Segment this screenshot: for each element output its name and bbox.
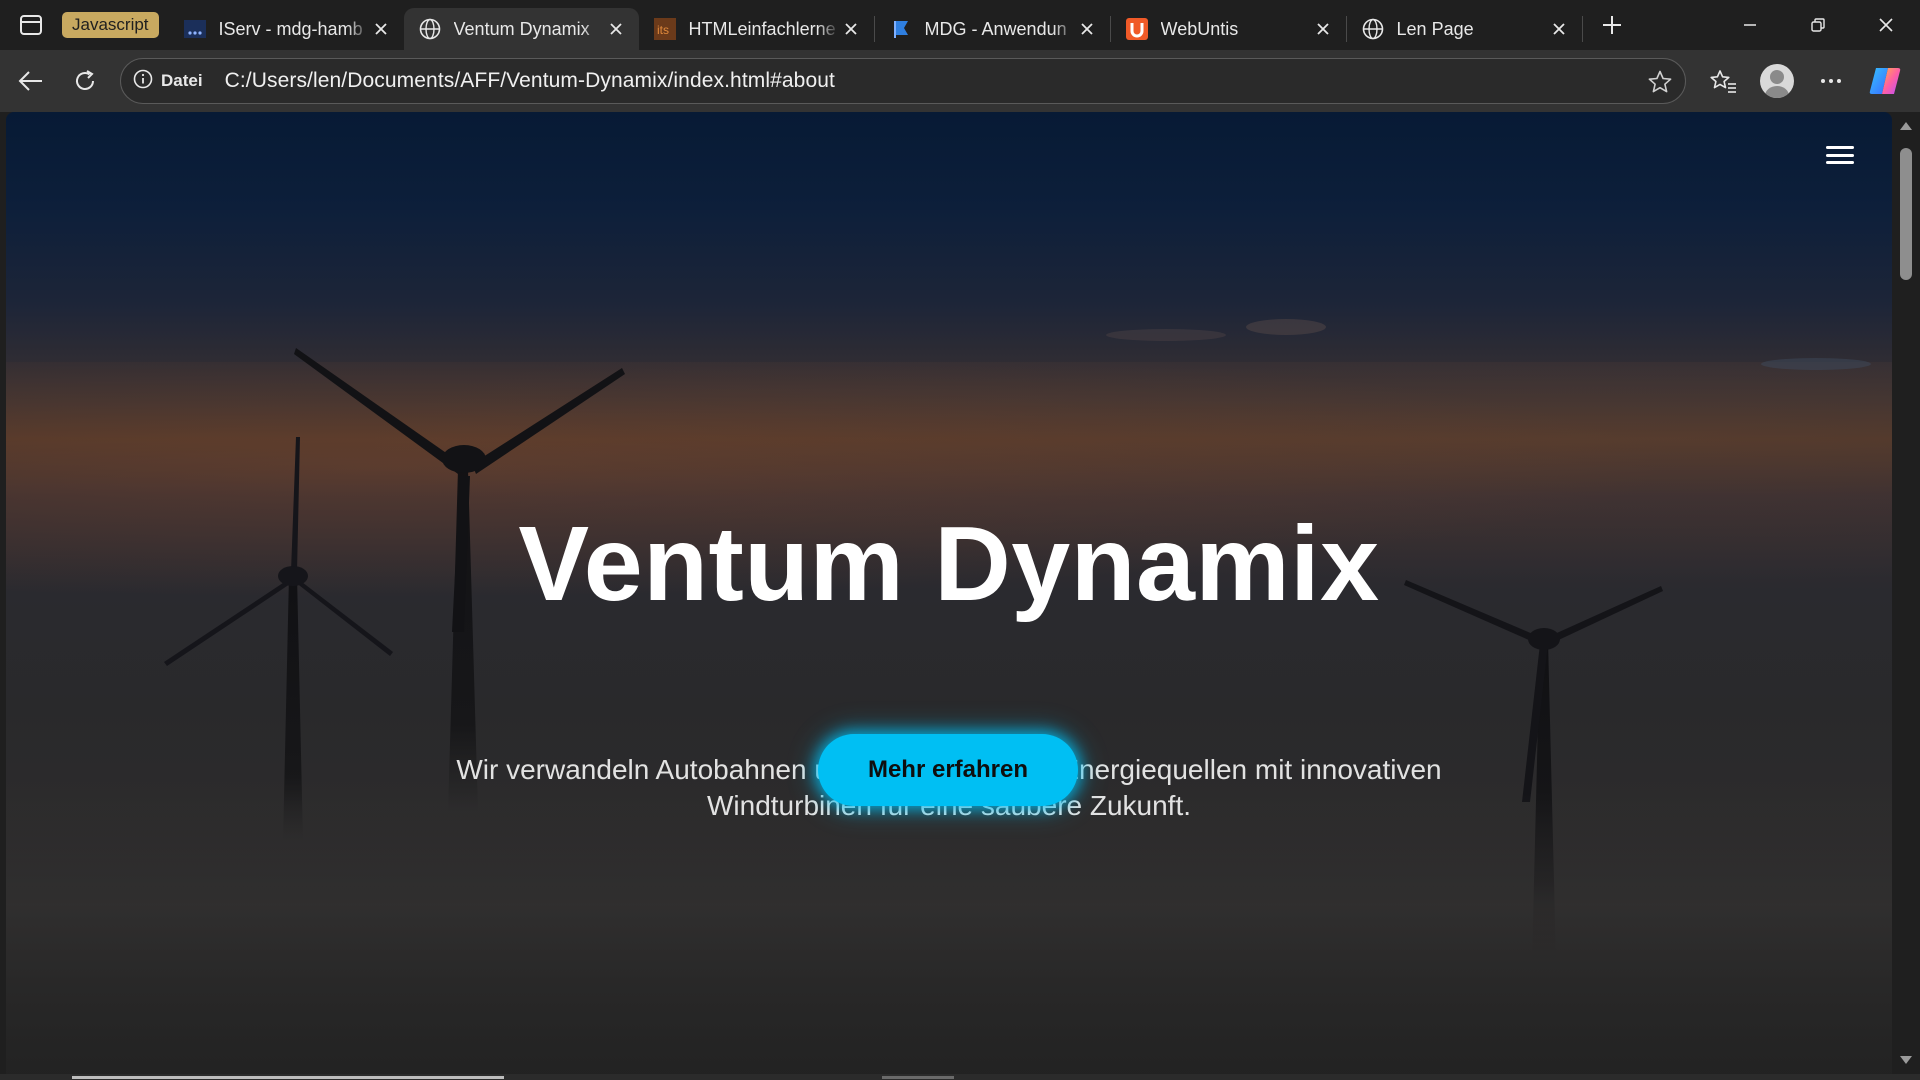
tab-mdg[interactable]: MDG - Anwendun	[875, 8, 1110, 50]
toolbar-right	[1696, 59, 1912, 103]
tab-htmleinfachlernen[interactable]: its HTMLeinfachlerne	[639, 8, 874, 50]
close-icon[interactable]	[1548, 18, 1570, 40]
more-dots-icon	[1821, 79, 1841, 83]
minimize-icon	[1744, 24, 1756, 26]
tab-title: HTMLeinfachlerne	[688, 18, 836, 39]
its-icon: its	[653, 17, 677, 41]
avatar	[1760, 64, 1794, 98]
favorites-button[interactable]	[1696, 59, 1750, 103]
window-controls	[1716, 0, 1920, 50]
new-tab-button[interactable]	[1587, 4, 1637, 46]
reload-button[interactable]	[58, 59, 112, 103]
security-label: Datei	[161, 71, 203, 90]
copilot-button[interactable]	[1858, 59, 1912, 103]
svg-text:its: its	[657, 23, 669, 37]
tab-len-page[interactable]: Len Page	[1347, 8, 1582, 50]
tab-title: Ventum Dynamix	[453, 18, 590, 39]
tab-title: MDG - Anwendun	[924, 18, 1067, 39]
tab-iserv[interactable]: IServ - mdg-hamb	[169, 8, 404, 50]
flag-icon	[889, 17, 913, 41]
plus-icon	[1602, 16, 1621, 34]
globe-icon	[418, 17, 442, 41]
restore-icon	[1811, 18, 1825, 32]
hamburger-menu-icon[interactable]	[1826, 142, 1854, 168]
fog-overlay	[6, 792, 1892, 1074]
page-viewport: Ventum Dynamix Wir verwandeln Autobahnen…	[6, 112, 1892, 1074]
restore-button[interactable]	[1784, 0, 1852, 50]
info-icon	[133, 69, 153, 94]
close-icon[interactable]	[370, 18, 392, 40]
close-icon[interactable]	[1076, 18, 1098, 40]
tab-ventum-dynamix[interactable]: Ventum Dynamix	[403, 8, 639, 50]
tab-title: Len Page	[1396, 18, 1474, 39]
globe-icon	[1361, 17, 1385, 41]
mehr-erfahren-button[interactable]: Mehr erfahren	[818, 734, 1078, 806]
back-arrow-icon	[18, 71, 42, 91]
site-info-button[interactable]: Datei	[133, 69, 203, 94]
tab-webuntis[interactable]: WebUntis	[1111, 8, 1346, 50]
close-icon[interactable]	[605, 18, 627, 40]
close-icon[interactable]	[840, 18, 862, 40]
favorites-icon	[1710, 70, 1736, 93]
untis-icon	[1125, 17, 1149, 41]
iserv-icon	[183, 17, 207, 41]
close-icon	[1879, 18, 1893, 32]
close-window-button[interactable]	[1852, 0, 1920, 50]
tab-actions-icon[interactable]	[0, 0, 62, 50]
favorite-star-icon[interactable]	[1647, 69, 1673, 100]
vertical-scrollbar[interactable]	[1892, 112, 1920, 1074]
close-icon[interactable]	[1312, 18, 1334, 40]
back-button[interactable]	[4, 59, 58, 103]
tab-group-chip[interactable]: Javascript	[62, 12, 159, 38]
more-menu-button[interactable]	[1804, 59, 1858, 103]
hero-title: Ventum Dynamix	[518, 505, 1380, 623]
scrollbar-thumb[interactable]	[1900, 148, 1912, 280]
tab-title: IServ - mdg-hamb	[218, 18, 363, 39]
tab-strip: Javascript IServ - mdg-hamb Ventum Dynam…	[0, 0, 1920, 50]
scroll-down-arrow-icon[interactable]	[1900, 1056, 1912, 1064]
bottom-edge	[0, 1074, 1920, 1080]
tab-title: WebUntis	[1160, 18, 1239, 39]
reload-icon	[76, 70, 94, 90]
tab-separator	[1581, 16, 1583, 42]
minimize-button[interactable]	[1716, 0, 1784, 50]
profile-button[interactable]	[1750, 59, 1804, 103]
address-bar[interactable]: Datei C:/Users/len/Documents/AFF/Ventum-…	[120, 58, 1686, 104]
toolbar: Datei C:/Users/len/Documents/AFF/Ventum-…	[0, 50, 1920, 112]
browser-window: Javascript IServ - mdg-hamb Ventum Dynam…	[0, 0, 1920, 1080]
url-text[interactable]: C:/Users/len/Documents/AFF/Ventum-Dynami…	[225, 69, 835, 93]
copilot-icon	[1869, 68, 1901, 94]
scroll-up-arrow-icon[interactable]	[1900, 122, 1912, 130]
